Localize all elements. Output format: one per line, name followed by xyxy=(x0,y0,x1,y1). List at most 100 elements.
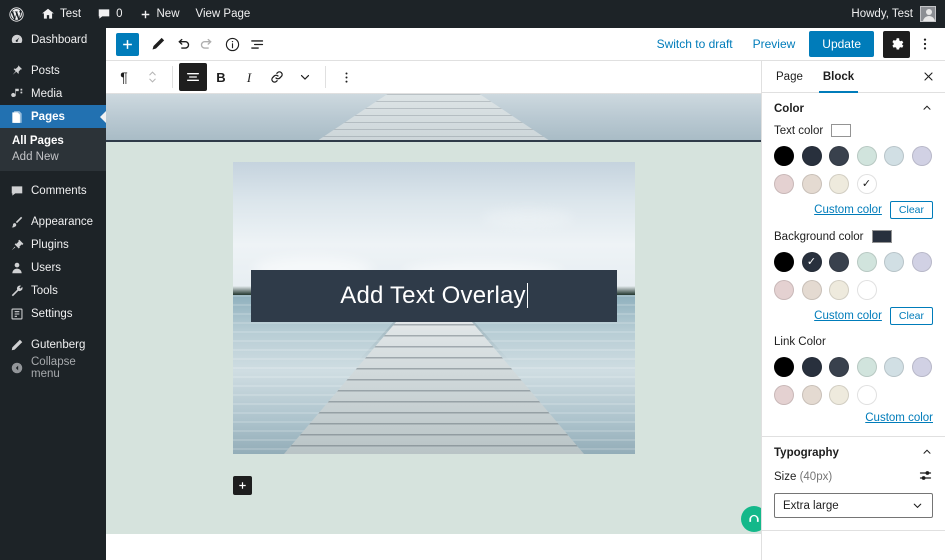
switch-to-draft-button[interactable]: Switch to draft xyxy=(647,32,743,56)
text-color-swatch-5[interactable] xyxy=(911,146,932,166)
background-color-swatch-1[interactable] xyxy=(801,252,822,272)
link-color-swatch-0[interactable] xyxy=(774,357,794,377)
text-color-swatch-7[interactable] xyxy=(801,174,822,194)
sidebar-item-dashboard[interactable]: Dashboard xyxy=(0,28,106,51)
tab-page[interactable]: Page xyxy=(766,61,813,93)
undo-button[interactable] xyxy=(170,32,195,57)
sidebar-item-pages[interactable]: Pages xyxy=(0,105,106,128)
settings-toggle-button[interactable] xyxy=(883,30,910,58)
redo-button[interactable] xyxy=(195,32,220,57)
link-custom-color-link[interactable]: Custom color xyxy=(865,412,933,424)
cover-banner-image[interactable] xyxy=(106,94,761,142)
text-color-swatch-3[interactable] xyxy=(856,146,877,166)
italic-button[interactable]: I xyxy=(235,63,263,91)
link-color-swatch-3[interactable] xyxy=(856,357,877,377)
link-color-swatch-7[interactable] xyxy=(801,385,822,405)
background-color-swatch-8[interactable] xyxy=(829,280,849,300)
text-color-swatch-4[interactable] xyxy=(884,146,904,166)
list-view-button[interactable] xyxy=(245,32,270,57)
support-chat-button[interactable] xyxy=(741,506,761,532)
text-color-swatch-6[interactable] xyxy=(774,174,794,194)
plus-icon xyxy=(239,482,246,489)
background-custom-color-link[interactable]: Custom color xyxy=(814,310,882,322)
link-color-swatch-1[interactable] xyxy=(801,357,822,377)
background-color-swatch-2[interactable] xyxy=(829,252,849,272)
sidebar-item-add-new-page[interactable]: Add New xyxy=(0,149,106,165)
sidebar-item-gutenberg[interactable]: Gutenberg xyxy=(0,333,106,356)
font-size-select[interactable]: Extra large xyxy=(774,493,933,518)
text-color-swatch-2[interactable] xyxy=(829,146,849,166)
text-color-swatch-8[interactable] xyxy=(829,174,849,194)
sidebar-item-comments[interactable]: Comments xyxy=(0,179,106,202)
background-color-swatch-6[interactable] xyxy=(774,280,794,300)
background-color-current-swatch[interactable] xyxy=(871,230,892,243)
align-button[interactable] xyxy=(179,63,207,91)
account-menu[interactable]: Howdy, Test xyxy=(851,6,945,22)
text-overlay-block[interactable]: Add Text Overlay xyxy=(251,270,617,322)
block-type-button[interactable]: ¶ xyxy=(110,63,138,91)
sidebar-item-label: Settings xyxy=(31,307,73,320)
site-name-menu[interactable]: Test xyxy=(33,0,89,28)
sidebar-item-users[interactable]: Users xyxy=(0,256,106,279)
content-info-button[interactable] xyxy=(220,32,245,57)
sidebar-divider xyxy=(0,202,106,210)
sidebar-item-label: Appearance xyxy=(31,215,94,228)
block-options-button[interactable] xyxy=(332,63,360,91)
tab-block[interactable]: Block xyxy=(813,61,864,93)
text-color-clear-button[interactable]: Clear xyxy=(889,201,933,219)
background-color-swatch-3[interactable] xyxy=(856,252,877,272)
background-color-row[interactable]: Background color xyxy=(774,230,933,243)
link-color-swatch-5[interactable] xyxy=(911,357,932,377)
link-color-swatch-2[interactable] xyxy=(829,357,849,377)
editor-canvas[interactable]: Add Text Overlay xyxy=(106,94,761,534)
canvas-block-inserter-button[interactable] xyxy=(233,476,252,495)
background-color-swatches xyxy=(774,252,933,300)
sidebar-item-appearance[interactable]: Appearance xyxy=(0,210,106,233)
new-content-menu[interactable]: New xyxy=(131,0,188,28)
sidebar-item-label: Tools xyxy=(31,284,58,297)
link-color-swatch-8[interactable] xyxy=(829,385,849,405)
text-color-swatch-0[interactable] xyxy=(774,146,794,166)
text-color-current-swatch[interactable] xyxy=(831,124,852,137)
background-color-swatch-5[interactable] xyxy=(911,252,932,272)
overlay-text: Add Text Overlay xyxy=(340,282,528,310)
font-size-controls-button[interactable] xyxy=(918,468,933,486)
background-color-swatch-9[interactable] xyxy=(856,280,877,300)
editor-options-button[interactable] xyxy=(913,31,937,58)
background-color-swatch-4[interactable] xyxy=(884,252,904,272)
typography-panel-header[interactable]: Typography xyxy=(774,446,933,460)
sidebar-item-plugins[interactable]: Plugins xyxy=(0,233,106,256)
link-button[interactable] xyxy=(263,63,291,91)
background-color-clear-button[interactable]: Clear xyxy=(889,307,933,325)
text-color-swatch-1[interactable] xyxy=(801,146,822,166)
cover-block[interactable]: Add Text Overlay xyxy=(233,162,635,454)
block-inserter-button[interactable] xyxy=(116,32,139,56)
background-color-swatch-7[interactable] xyxy=(801,280,822,300)
background-color-label: Background color xyxy=(774,230,864,243)
text-color-swatch-9[interactable] xyxy=(856,174,877,194)
block-mover-button[interactable] xyxy=(138,63,166,91)
sidebar-item-all-pages[interactable]: All Pages xyxy=(0,133,106,149)
text-custom-color-link[interactable]: Custom color xyxy=(814,204,882,216)
tools-button[interactable] xyxy=(145,32,170,57)
close-sidebar-button[interactable] xyxy=(915,64,941,90)
sidebar-item-settings[interactable]: Settings xyxy=(0,302,106,325)
wp-logo-menu[interactable] xyxy=(0,0,33,28)
bold-button[interactable]: B xyxy=(207,63,235,91)
link-color-swatch-4[interactable] xyxy=(884,357,904,377)
view-page-link[interactable]: View Page xyxy=(188,0,259,28)
more-rich-text-button[interactable] xyxy=(291,63,319,91)
update-button[interactable]: Update xyxy=(809,31,874,57)
sidebar-item-media[interactable]: Media xyxy=(0,82,106,105)
color-panel: Color Text color Custom color Clear Back… xyxy=(762,93,945,437)
color-panel-header[interactable]: Color xyxy=(774,102,933,116)
text-color-row[interactable]: Text color xyxy=(774,124,933,137)
link-color-swatch-6[interactable] xyxy=(774,385,794,405)
sidebar-item-collapse-menu[interactable]: Collapse menu xyxy=(0,356,106,380)
preview-button[interactable]: Preview xyxy=(743,32,806,56)
sidebar-item-posts[interactable]: Posts xyxy=(0,59,106,82)
background-color-swatch-0[interactable] xyxy=(774,252,794,272)
comments-menu[interactable]: 0 xyxy=(89,0,130,28)
sidebar-item-tools[interactable]: Tools xyxy=(0,279,106,302)
link-color-swatch-9[interactable] xyxy=(856,385,877,405)
